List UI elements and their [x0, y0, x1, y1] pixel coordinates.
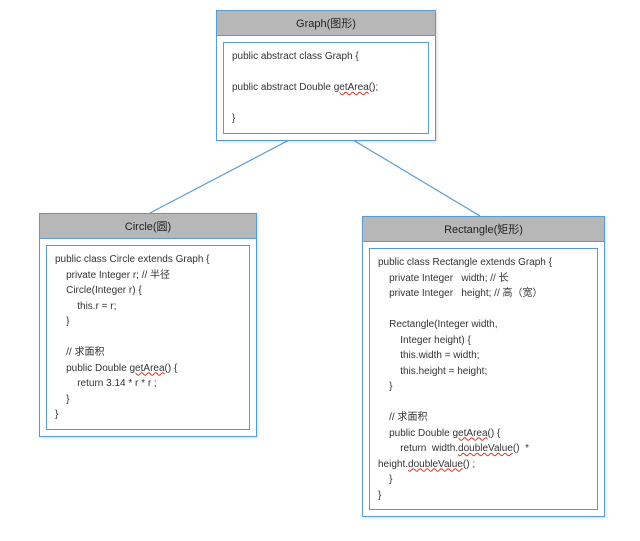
code-line: () { [165, 363, 178, 374]
circle-class-title: Circle(圆) [40, 214, 256, 239]
code-line: // 求面积 [55, 347, 104, 358]
code-line: public abstract class Graph { [232, 51, 359, 62]
code-line: } [378, 381, 392, 392]
circle-class-body: public class Circle extends Graph { priv… [40, 239, 256, 436]
code-method-name: getArea [334, 82, 369, 93]
code-line: } [55, 394, 69, 405]
graph-code-box: public abstract class Graph { public abs… [223, 42, 429, 134]
code-line: // 求面积 [378, 412, 427, 423]
code-line: () { [488, 428, 501, 439]
rectangle-class-node: Rectangle(矩形) public class Rectangle ext… [362, 216, 605, 517]
code-line: () ; [463, 459, 475, 470]
code-method-name: doubleValue [458, 443, 513, 454]
code-line: Integer height) { [378, 335, 471, 346]
rectangle-code-box: public class Rectangle extends Graph { p… [369, 248, 598, 510]
code-line: public abstract Double [232, 82, 334, 93]
circle-class-node: Circle(圆) public class Circle extends Gr… [39, 213, 257, 437]
code-method-name: doubleValue [408, 459, 463, 470]
code-line: height. [378, 459, 408, 470]
rectangle-class-body: public class Rectangle extends Graph { p… [363, 242, 604, 516]
code-line: Circle(Integer r) { [55, 285, 142, 296]
code-line: } [378, 490, 381, 501]
code-line: return 3.14 * r * r ; [55, 378, 157, 389]
graph-class-title: Graph(图形) [217, 11, 435, 36]
code-line: public Double [55, 363, 130, 374]
code-line: private Integer r; // 半径 [55, 270, 170, 281]
code-line: public Double [378, 428, 453, 439]
code-line: Rectangle(Integer width, [378, 319, 498, 330]
code-line: this.r = r; [55, 301, 116, 312]
code-line: this.height = height; [378, 366, 487, 377]
code-line: } [55, 409, 58, 420]
code-line: } [378, 474, 392, 485]
code-line: return width. [378, 443, 458, 454]
graph-class-body: public abstract class Graph { public abs… [217, 36, 435, 140]
code-method-name: getArea [130, 363, 165, 374]
code-line: private Integer height; // 高（宽） [378, 288, 543, 299]
rectangle-class-title: Rectangle(矩形) [363, 217, 604, 242]
circle-code-box: public class Circle extends Graph { priv… [46, 245, 250, 430]
code-line: private Integer width; // 长 [378, 273, 509, 284]
code-line: public class Rectangle extends Graph { [378, 257, 552, 268]
graph-class-node: Graph(图形) public abstract class Graph { … [216, 10, 436, 141]
code-line: public class Circle extends Graph { [55, 254, 210, 265]
code-line: (); [369, 82, 378, 93]
code-line: } [55, 316, 69, 327]
arrow-rectangle-to-graph [333, 128, 480, 216]
code-line: this.width = width; [378, 350, 479, 361]
code-line: } [232, 113, 235, 124]
arrow-circle-to-graph [150, 128, 312, 213]
code-method-name: getArea [453, 428, 488, 439]
code-line: () * [513, 443, 529, 454]
